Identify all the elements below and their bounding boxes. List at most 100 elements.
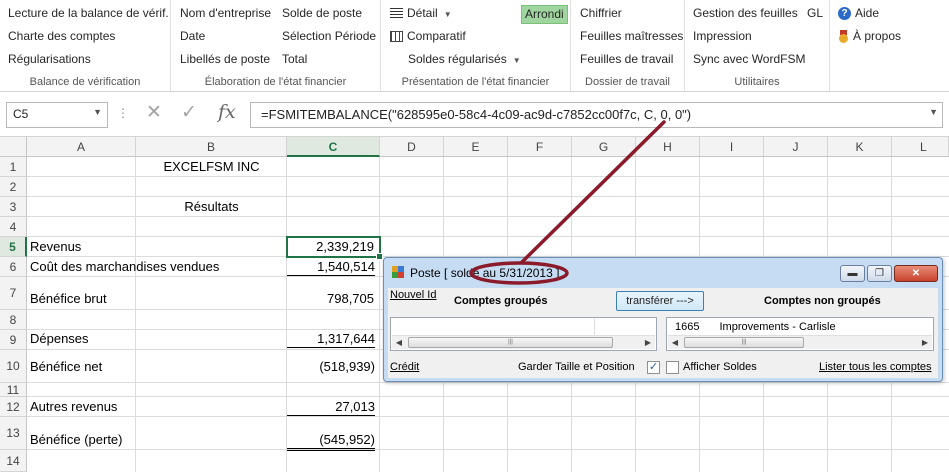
ribbon-item-charte[interactable]: Charte des comptes xyxy=(8,29,115,44)
row-header[interactable]: 12 xyxy=(0,397,27,417)
cell-a5[interactable]: Revenus xyxy=(30,239,81,255)
row-header[interactable]: 1 xyxy=(0,157,27,177)
ribbon-item-gl[interactable]: GL xyxy=(807,6,823,21)
dialog-title: Poste [ solde au 5/31/2013 ] xyxy=(410,266,560,280)
ribbon-item-feuilles-travail[interactable]: Feuilles de travail xyxy=(580,52,673,67)
column-header-j[interactable]: J xyxy=(764,137,828,157)
column-header-e[interactable]: E xyxy=(444,137,508,157)
cell-c9[interactable]: 1,317,644 xyxy=(287,331,375,348)
cell-c6[interactable]: 1,540,514 xyxy=(287,259,375,276)
ribbon-item-impression[interactable]: Impression xyxy=(693,29,752,44)
column-header-f[interactable]: F xyxy=(508,137,572,157)
cell-a7[interactable]: Bénéfice brut xyxy=(30,291,107,307)
ribbon-item-regularisations[interactable]: Régularisations xyxy=(8,52,91,67)
ribbon-item-gestion-feuilles[interactable]: Gestion des feuilles xyxy=(693,6,798,21)
column-header-k[interactable]: K xyxy=(828,137,892,157)
cell-a12[interactable]: Autres revenus xyxy=(30,399,117,415)
formula-bar: C5 ▼ ⋮ ✕ ✓ fx =FSMITEMBALANCE("628595e0-… xyxy=(0,93,949,137)
ribbon-item-aide[interactable]: ? Aide xyxy=(838,6,879,21)
row-header[interactable]: 2 xyxy=(0,177,27,197)
ribbon: Lecture de la balance de vérif. Charte d… xyxy=(0,0,949,92)
ribbon-group-aide: ? Aide À propos xyxy=(830,0,949,92)
ribbon-item-comparatif[interactable]: Comparatif xyxy=(390,29,466,44)
scroll-thumb[interactable]: ||| xyxy=(684,337,804,348)
row-header[interactable]: 8 xyxy=(0,310,27,330)
ribbon-item-sync[interactable]: Sync avec WordFSM xyxy=(693,52,805,67)
row-header[interactable]: 4 xyxy=(0,217,27,237)
ribbon-item-solde-poste[interactable]: Solde de poste xyxy=(282,6,362,21)
ribbon-item-date[interactable]: Date xyxy=(180,29,205,44)
name-box[interactable]: C5 ▼ xyxy=(6,102,108,128)
cell-a9[interactable]: Dépenses xyxy=(30,331,89,347)
horizontal-scrollbar[interactable]: ◀ ||| ▶ xyxy=(392,335,655,349)
ribbon-item-detail[interactable]: Détail ▼ xyxy=(390,6,452,22)
column-header-i[interactable]: I xyxy=(700,137,764,157)
transfer-button[interactable]: transférer ---> xyxy=(616,291,704,311)
ribbon-item-arrondi[interactable]: Arrondi xyxy=(521,5,568,24)
insert-function-button[interactable]: fx xyxy=(218,101,236,123)
enter-icon[interactable]: ✓ xyxy=(181,101,197,124)
cell-c10[interactable]: (518,939) xyxy=(287,359,375,375)
formula-input[interactable]: =FSMITEMBALANCE("628595e0-58c4-4c09-ac9d… xyxy=(250,102,943,128)
row-header[interactable]: 10 xyxy=(0,350,27,383)
show-balances-checkbox[interactable] xyxy=(666,361,679,374)
chevron-down-icon[interactable]: ▼ xyxy=(929,107,938,117)
ungrouped-accounts-list[interactable]: 1665 Improvements - Carlisle ◀ ||| ▶ xyxy=(666,317,934,351)
nouvel-id-link[interactable]: Nouvel Id xyxy=(390,289,436,301)
row-header[interactable]: 11 xyxy=(0,383,27,397)
scroll-right-icon[interactable]: ▶ xyxy=(918,336,932,349)
ribbon-group-label: Présentation de l'état financier xyxy=(401,76,550,88)
cell-b3[interactable]: Résultats xyxy=(136,199,287,215)
cell-a13[interactable]: Bénéfice (perte) xyxy=(30,432,123,448)
keep-size-checkbox[interactable]: ✓ xyxy=(647,361,660,374)
row-header[interactable]: 3 xyxy=(0,197,27,217)
ribbon-item-lecture[interactable]: Lecture de la balance de vérif. xyxy=(8,6,169,21)
column-header-h[interactable]: H xyxy=(636,137,700,157)
maximize-button[interactable]: ❐ xyxy=(867,265,892,282)
credit-link[interactable]: Crédit xyxy=(390,361,419,373)
select-all-corner[interactable] xyxy=(0,137,27,157)
list-all-accounts-link[interactable]: Lister tous les comptes xyxy=(819,361,932,373)
ribbon-item-total[interactable]: Total xyxy=(282,52,307,67)
chevron-down-icon[interactable]: ▼ xyxy=(93,107,102,117)
scroll-left-icon[interactable]: ◀ xyxy=(392,336,406,349)
row-header[interactable]: 14 xyxy=(0,450,27,472)
row-header[interactable]: 13 xyxy=(0,417,27,450)
cell-c13[interactable]: (545,952) xyxy=(287,432,375,451)
scroll-thumb[interactable]: ||| xyxy=(408,337,613,348)
close-button[interactable]: ✕ xyxy=(894,265,938,282)
column-header-a[interactable]: A xyxy=(27,137,136,157)
column-header-d[interactable]: D xyxy=(380,137,444,157)
chevron-down-icon: ▼ xyxy=(443,10,452,19)
cell-b1[interactable]: EXCELFSM INC xyxy=(136,159,287,175)
cell-a10[interactable]: Bénéfice net xyxy=(30,359,102,375)
ribbon-item-a-propos[interactable]: À propos xyxy=(838,29,901,44)
column-header-b[interactable]: B xyxy=(136,137,287,157)
ribbon-item-feuilles-maitresses[interactable]: Feuilles maîtresses xyxy=(580,29,683,44)
list-item[interactable]: 1665 Improvements - Carlisle xyxy=(675,321,836,333)
column-header-c[interactable]: C xyxy=(287,137,380,157)
ribbon-group-presentation: Détail ▼ Arrondi Comparatif Soldes régula… xyxy=(381,0,571,92)
cell-c12[interactable]: 27,013 xyxy=(287,399,375,416)
scroll-right-icon[interactable]: ▶ xyxy=(641,336,655,349)
row-header[interactable]: 7 xyxy=(0,277,27,310)
cancel-icon[interactable]: ✕ xyxy=(146,101,162,124)
grip-dots-icon[interactable]: ⋮ xyxy=(117,106,129,120)
horizontal-scrollbar[interactable]: ◀ ||| ▶ xyxy=(668,335,932,349)
minimize-button[interactable]: ▬ xyxy=(840,265,865,282)
ribbon-item-chiffrier[interactable]: Chiffrier xyxy=(580,6,622,21)
cell-c7[interactable]: 798,705 xyxy=(287,291,374,307)
scroll-left-icon[interactable]: ◀ xyxy=(668,336,682,349)
ribbon-item-nom-entreprise[interactable]: Nom d'entreprise xyxy=(180,6,271,21)
grouped-accounts-list[interactable]: ◀ ||| ▶ xyxy=(390,317,657,351)
row-header[interactable]: 9 xyxy=(0,330,27,350)
cell-a6[interactable]: Coût des marchandises vendues xyxy=(30,259,219,275)
column-header-l[interactable]: L xyxy=(892,137,949,157)
medal-icon xyxy=(838,30,849,44)
ribbon-item-libelles[interactable]: Libellés de poste xyxy=(180,52,270,67)
row-header[interactable]: 6 xyxy=(0,257,27,277)
ribbon-item-soldes-regularises[interactable]: Soldes régularisés ▼ xyxy=(408,52,521,68)
column-header-g[interactable]: G xyxy=(572,137,636,157)
row-header[interactable]: 5 xyxy=(0,237,27,257)
ribbon-item-selection-periode[interactable]: Sélection Période xyxy=(282,29,376,44)
